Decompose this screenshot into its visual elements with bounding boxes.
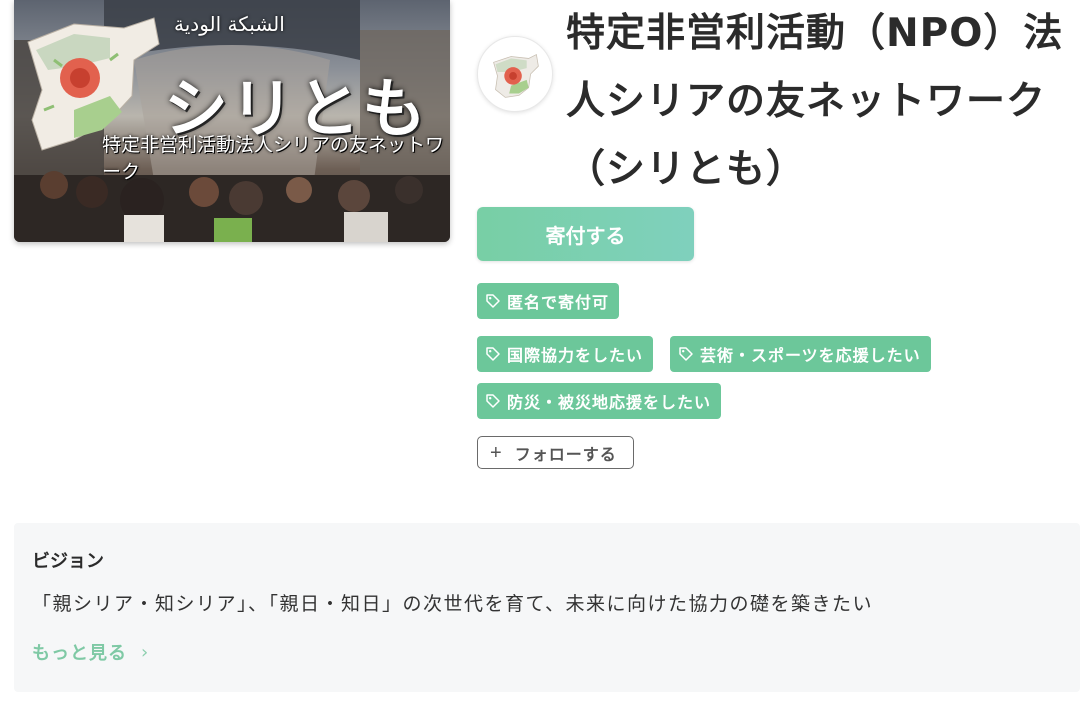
tag-label: 国際協力をしたい	[507, 346, 644, 365]
tag-disaster-relief[interactable]: 防災・被災地応援をしたい	[477, 383, 722, 419]
see-more-link[interactable]: もっと見る ›	[32, 639, 149, 665]
cover-subtitle: 特定非営利活動法人シリアの友ネットワーク	[102, 134, 445, 183]
plus-icon: +	[490, 441, 503, 464]
vision-section: ビジョン 「親シリア・知シリア」、「親日・知日」の次世代を育て、未来に向けた協力…	[14, 523, 1080, 692]
cover-image: الشبكة الودية シリとも 特定非営利活動法人シリアの友ネットワーク	[14, 0, 450, 242]
tag-label: 芸術・スポーツを応援したい	[700, 346, 921, 365]
tag-icon	[486, 347, 500, 361]
cover-arabic-text: الشبكة الودية	[174, 12, 285, 36]
tag-arts-sports[interactable]: 芸術・スポーツを応援したい	[670, 336, 931, 372]
chevron-right-icon: ›	[141, 641, 150, 663]
vision-text: 「親シリア・知シリア」、「親日・知日」の次世代を育て、未来に向けた協力の礎を築き…	[32, 593, 874, 615]
tag-anonymous-donation[interactable]: 匿名で寄付可	[477, 283, 620, 319]
organization-name: 特定非営利活動（NPO）法人シリアの友ネットワーク（シリとも）	[566, 11, 1064, 192]
tag-icon	[486, 394, 500, 408]
tag-icon	[679, 347, 693, 361]
follow-button[interactable]: + フォローする	[477, 436, 634, 469]
tag-label: 匿名で寄付可	[507, 293, 610, 312]
organization-logo	[477, 36, 553, 112]
vision-heading: ビジョン	[32, 551, 104, 572]
follow-label: フォローする	[514, 446, 617, 464]
syria-map-logo-icon	[478, 37, 552, 111]
see-more-label: もっと見る	[32, 643, 127, 664]
tag-label: 防災・被災地応援をしたい	[507, 393, 712, 412]
donate-button[interactable]: 寄付する	[477, 207, 694, 261]
tag-international-cooperation[interactable]: 国際協力をしたい	[477, 336, 654, 372]
tag-icon	[486, 294, 500, 308]
